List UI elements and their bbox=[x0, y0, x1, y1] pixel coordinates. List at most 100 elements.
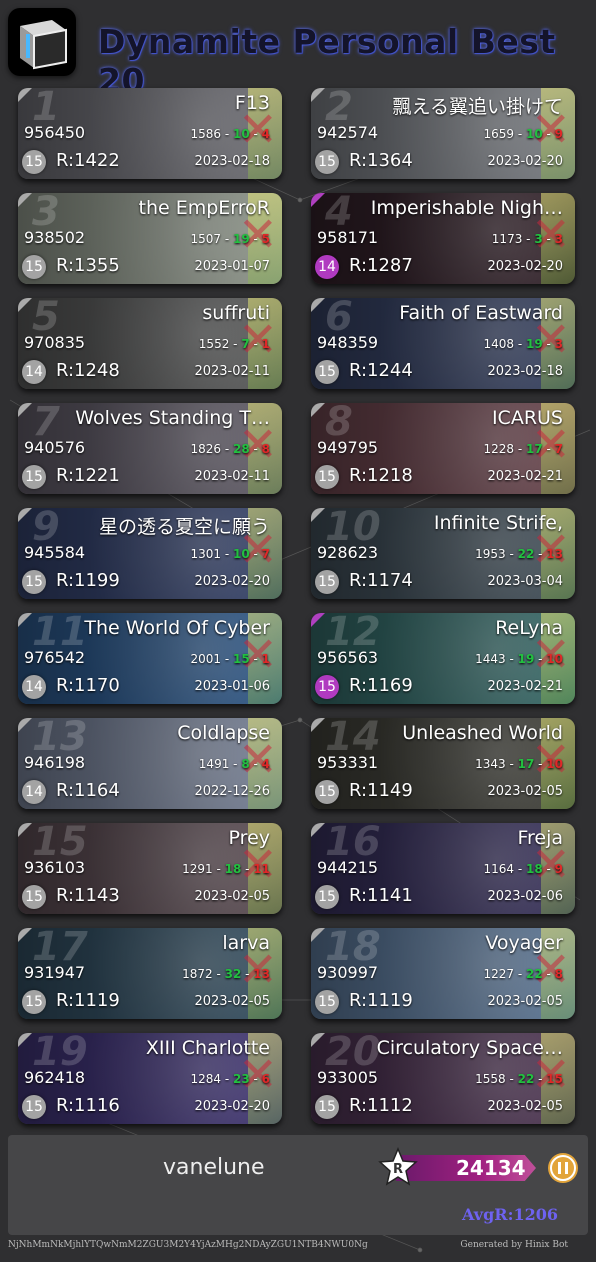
song-rating: R:1248 bbox=[56, 360, 120, 381]
song-rating: R:1199 bbox=[56, 570, 120, 591]
good-count: 28 bbox=[232, 442, 250, 456]
record-card[interactable]: ✕ 12 ReLyna 956563 1443 - 19 - 10 15 R:1… bbox=[311, 613, 575, 704]
judgement-counts: 1301 - 10 - 7 bbox=[190, 547, 270, 561]
corner-marker bbox=[18, 403, 32, 417]
record-card[interactable]: ✕ 14 Unleashed World 953331 1343 - 17 - … bbox=[311, 718, 575, 809]
record-card[interactable]: ✕ 16 Freja 944215 1164 - 18 - 9 15 R:114… bbox=[311, 823, 575, 914]
record-card[interactable]: ✕ 13 Coldlapse 946198 1491 - 8 - 4 14 R:… bbox=[18, 718, 282, 809]
miss-count: 9 bbox=[554, 862, 563, 876]
score: 930997 bbox=[317, 963, 379, 982]
record-card[interactable]: ✕ 6 Faith of Eastward 948359 1408 - 19 -… bbox=[311, 298, 575, 389]
play-date: 2023-02-18 bbox=[487, 364, 563, 379]
judgement-counts: 1586 - 10 - 4 bbox=[190, 127, 270, 141]
play-date: 2023-02-05 bbox=[194, 994, 270, 1009]
good-count: 3 bbox=[534, 232, 543, 246]
level-badge: 15 bbox=[22, 990, 46, 1014]
play-date: 2023-02-11 bbox=[194, 469, 270, 484]
miss-count: 10 bbox=[546, 652, 563, 666]
corner-marker bbox=[18, 193, 32, 207]
song-rating: R:1170 bbox=[56, 675, 120, 696]
record-card[interactable]: ✕ 9 星の透る夏空に願う 945584 1301 - 10 - 7 15 R:… bbox=[18, 508, 282, 599]
song-title: The World Of Cyber bbox=[84, 617, 270, 639]
miss-count: 13 bbox=[546, 547, 563, 561]
play-date: 2023-02-20 bbox=[194, 574, 270, 589]
generated-by: Generated by Hinix Bot bbox=[460, 1240, 568, 1250]
score: 970835 bbox=[24, 333, 86, 352]
level-badge: 15 bbox=[22, 885, 46, 909]
record-card[interactable]: ✕ 18 Voyager 930997 1227 - 22 - 8 15 R:1… bbox=[311, 928, 575, 1019]
song-rating: R:1112 bbox=[349, 1095, 413, 1116]
perfect-count: 1507 bbox=[190, 232, 221, 246]
score: 944215 bbox=[317, 858, 379, 877]
judgement-counts: 1164 - 18 - 9 bbox=[483, 862, 563, 876]
judgement-counts: 1552 - 7 - 1 bbox=[198, 337, 270, 351]
good-count: 17 bbox=[525, 442, 543, 456]
song-rating: R:1221 bbox=[56, 465, 120, 486]
song-rating: R:1119 bbox=[349, 990, 413, 1011]
score: 962418 bbox=[24, 1068, 86, 1087]
miss-count: 13 bbox=[253, 967, 270, 981]
good-count: 8 bbox=[241, 757, 250, 771]
record-card[interactable]: ✕ 5 suffruti 970835 1552 - 7 - 1 14 R:12… bbox=[18, 298, 282, 389]
record-card[interactable]: ✕ 15 Prey 936103 1291 - 18 - 11 15 R:114… bbox=[18, 823, 282, 914]
perfect-count: 1291 bbox=[182, 862, 213, 876]
song-title: Circulatory Space… bbox=[376, 1037, 563, 1059]
song-title: Prey bbox=[228, 827, 270, 849]
record-card[interactable]: ✕ 2 飄える翼追い掛けて 942574 1659 - 10 - 9 15 R:… bbox=[311, 88, 575, 179]
good-count: 18 bbox=[224, 862, 242, 876]
perfect-count: 1443 bbox=[475, 652, 506, 666]
record-card[interactable]: ✕ 3 the EmpErroR 938502 1507 - 19 - 5 15… bbox=[18, 193, 282, 284]
good-count: 19 bbox=[517, 652, 535, 666]
record-card[interactable]: ✕ 4 Imperishable Nigh… 958171 1173 - 3 -… bbox=[311, 193, 575, 284]
record-card[interactable]: ✕ 17 larva 931947 1872 - 32 - 13 15 R:11… bbox=[18, 928, 282, 1019]
song-title: Imperishable Nigh… bbox=[370, 197, 563, 219]
record-card[interactable]: ✕ 20 Circulatory Space… 933005 1558 - 22… bbox=[311, 1033, 575, 1124]
pause-icon[interactable] bbox=[548, 1153, 578, 1183]
record-card[interactable]: ✕ 1 F13 956450 1586 - 10 - 4 15 R:1422 2… bbox=[18, 88, 282, 179]
perfect-count: 1491 bbox=[198, 757, 230, 771]
corner-marker bbox=[311, 403, 325, 417]
level-badge: 15 bbox=[315, 1095, 339, 1119]
miss-count: 7 bbox=[554, 442, 563, 456]
miss-count: 8 bbox=[261, 442, 270, 456]
level-badge: 14 bbox=[22, 675, 46, 699]
score: 956450 bbox=[24, 123, 86, 142]
record-card[interactable]: ✕ 10 Infinite Strife, 928623 1953 - 22 -… bbox=[311, 508, 575, 599]
perfect-count: 1826 bbox=[190, 442, 221, 456]
song-title: XIII Charlotte bbox=[145, 1037, 270, 1059]
score: 928623 bbox=[317, 543, 379, 562]
record-card[interactable]: ✕ 8 ICARUS 949795 1228 - 17 - 7 15 R:121… bbox=[311, 403, 575, 494]
song-rating: R:1119 bbox=[56, 990, 120, 1011]
record-card[interactable]: ✕ 19 XIII Charlotte 962418 1284 - 23 - 6… bbox=[18, 1033, 282, 1124]
song-title: ICARUS bbox=[491, 407, 563, 429]
miss-count: 1 bbox=[261, 337, 270, 351]
perfect-count: 2001 bbox=[190, 652, 221, 666]
judgement-counts: 1343 - 17 - 10 bbox=[475, 757, 563, 771]
score: 946198 bbox=[24, 753, 86, 772]
play-date: 2023-02-05 bbox=[487, 784, 563, 799]
record-card[interactable]: ✕ 11 The World Of Cyber 976542 2001 - 15… bbox=[18, 613, 282, 704]
level-badge: 15 bbox=[315, 150, 339, 174]
level-badge: 14 bbox=[22, 780, 46, 804]
level-badge: 15 bbox=[22, 150, 46, 174]
play-date: 2023-02-21 bbox=[487, 679, 563, 694]
corner-marker bbox=[311, 613, 325, 627]
song-rating: R:1164 bbox=[56, 780, 120, 801]
score: 976542 bbox=[24, 648, 86, 667]
play-date: 2023-02-20 bbox=[487, 154, 563, 169]
score: 958171 bbox=[317, 228, 379, 247]
corner-marker bbox=[18, 1033, 32, 1047]
corner-marker bbox=[18, 718, 32, 732]
play-date: 2022-12-26 bbox=[194, 784, 270, 799]
header: Dynamite Personal Best 20 bbox=[0, 0, 596, 100]
perfect-count: 1343 bbox=[475, 757, 506, 771]
record-card[interactable]: ✕ 7 Wolves Standing T… 940576 1826 - 28 … bbox=[18, 403, 282, 494]
song-rating: R:1364 bbox=[349, 150, 413, 171]
level-badge: 15 bbox=[22, 255, 46, 279]
perfect-count: 1301 bbox=[190, 547, 221, 561]
corner-marker bbox=[18, 613, 32, 627]
judgement-counts: 1227 - 22 - 8 bbox=[483, 967, 563, 981]
judgement-counts: 1659 - 10 - 9 bbox=[483, 127, 563, 141]
play-date: 2023-02-05 bbox=[194, 889, 270, 904]
good-count: 19 bbox=[232, 232, 250, 246]
